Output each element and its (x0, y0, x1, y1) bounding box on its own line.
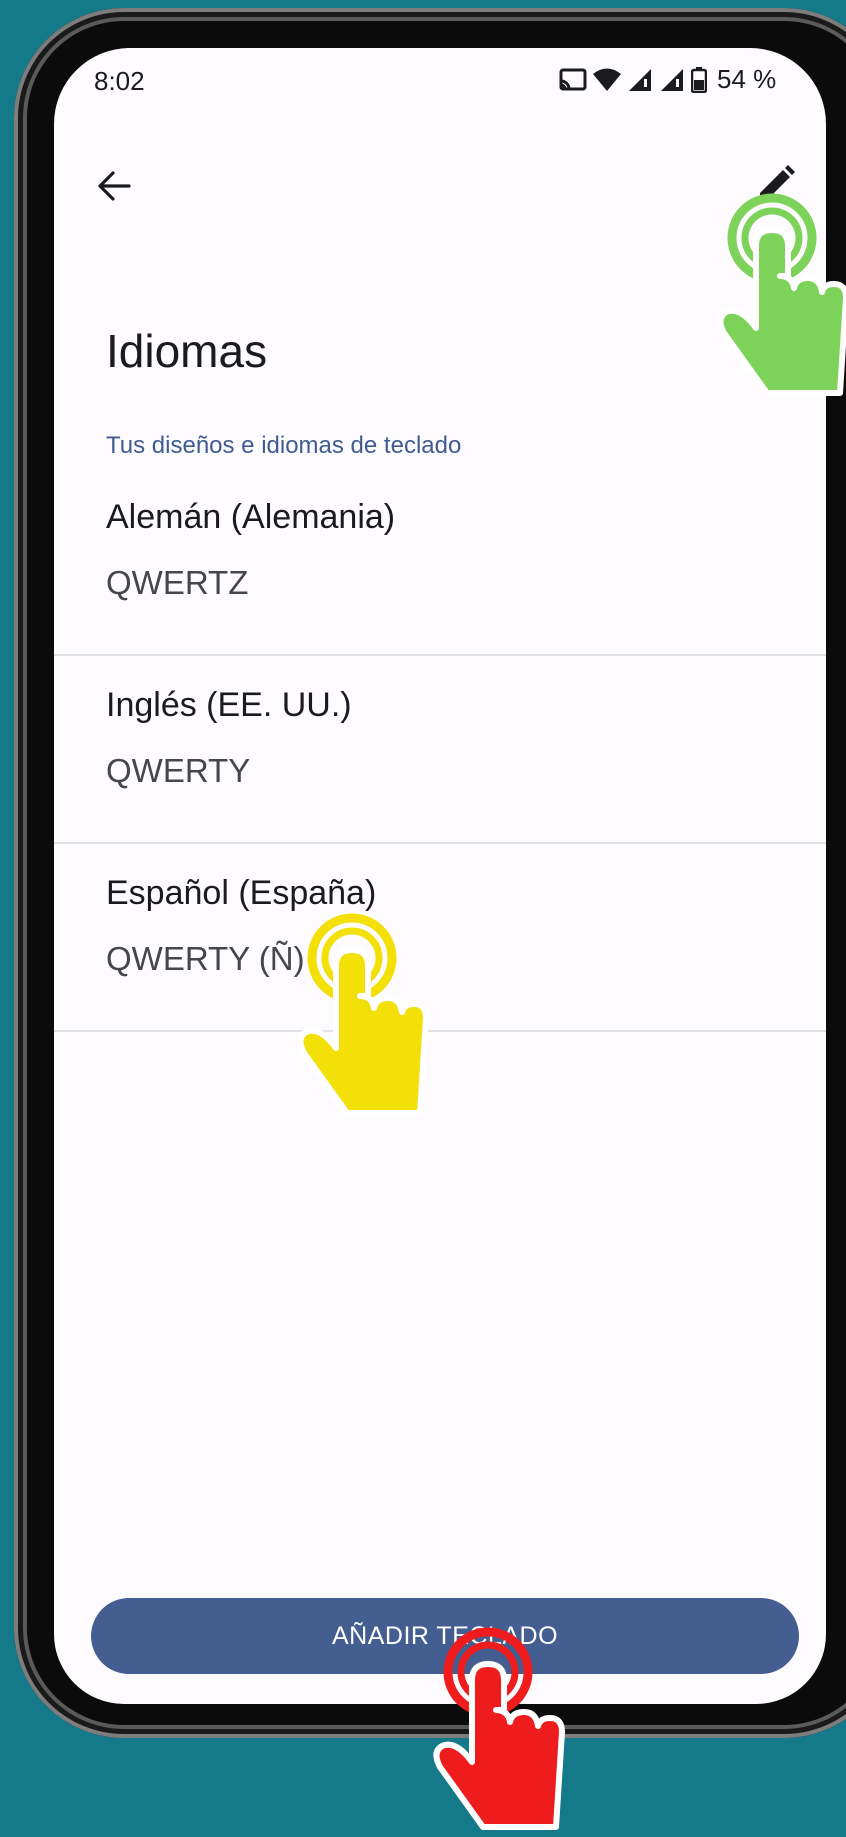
pencil-icon (756, 164, 796, 209)
language-layout: QWERTY (106, 752, 251, 789)
language-name: Español (España) (106, 874, 377, 912)
phone-frame: 8:02 54 % Idiomas Tus diseños e idiomas … (14, 8, 846, 1738)
language-name: Inglés (EE. UU.) (106, 686, 352, 724)
add-keyboard-button[interactable]: AÑADIR TECLADO (91, 1598, 799, 1674)
cast-icon (559, 67, 587, 93)
status-icons: 54 % (559, 64, 776, 95)
language-name: Alemán (Alemania) (106, 498, 396, 536)
language-item-german[interactable]: Alemán (Alemania) QWERTZ (54, 468, 826, 656)
page-title: Idiomas (106, 325, 268, 377)
stage: 8:02 54 % Idiomas Tus diseños e idiomas … (0, 0, 846, 1837)
language-layout: QWERTY (Ñ) (106, 940, 305, 977)
language-item-english[interactable]: Inglés (EE. UU.) QWERTY (54, 656, 826, 844)
wifi-icon (593, 68, 621, 92)
language-list: Alemán (Alemania) QWERTZ Inglés (EE. UU.… (54, 468, 826, 1032)
battery-icon (691, 66, 707, 93)
signal-roaming-icon (659, 67, 685, 93)
language-layout: QWERTZ (106, 564, 249, 601)
battery-level: 54 % (717, 64, 777, 94)
language-item-spanish[interactable]: Español (España) QWERTY (Ñ) (54, 844, 826, 1032)
status-bar: 8:02 54 % (54, 48, 826, 118)
back-button[interactable] (82, 156, 146, 220)
signal-icon (627, 67, 653, 93)
status-time: 8:02 (94, 66, 145, 96)
section-header: Tus diseños e idiomas de teclado (106, 432, 462, 459)
phone-screen: 8:02 54 % Idiomas Tus diseños e idiomas … (54, 48, 826, 1704)
arrow-left-icon (97, 170, 131, 206)
edit-button[interactable] (744, 154, 808, 218)
